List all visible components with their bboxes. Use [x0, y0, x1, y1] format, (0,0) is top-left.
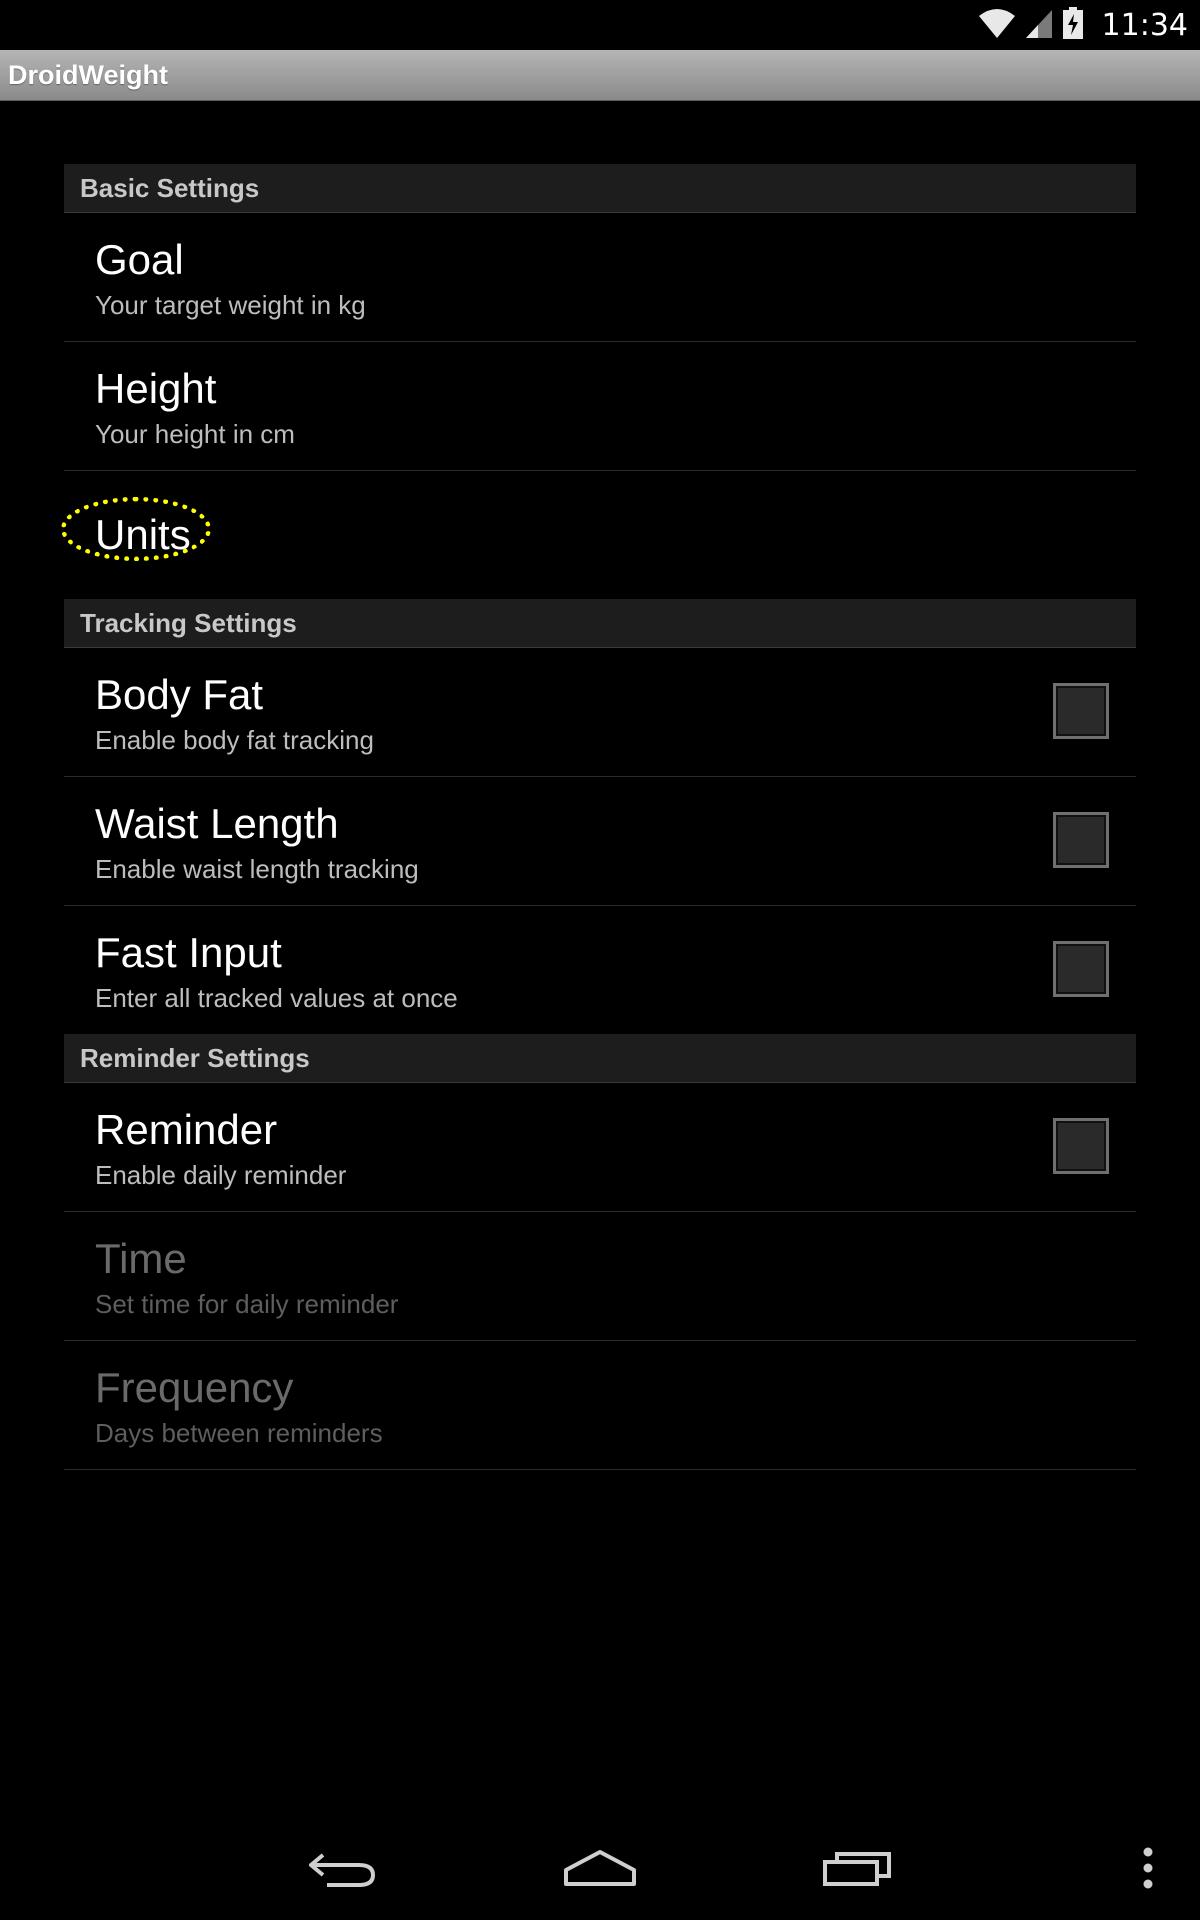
pref-title: Body Fat [95, 671, 264, 718]
recent-apps-icon [821, 1848, 893, 1893]
recent-apps-button[interactable] [797, 1840, 917, 1900]
fast-input-checkbox[interactable] [1053, 941, 1109, 997]
pref-reminder[interactable]: Reminder Enable daily reminder [64, 1083, 1136, 1212]
battery-charging-icon [1062, 6, 1084, 45]
pref-summary: Days between reminders [95, 1418, 383, 1448]
home-icon [562, 1848, 638, 1893]
pref-title: Height [95, 365, 217, 412]
pref-time: Time Set time for daily reminder [64, 1212, 1136, 1341]
pref-units[interactable]: Units [61, 471, 1136, 599]
pref-summary: Your target weight in kg [95, 290, 366, 320]
action-bar: DroidWeight [0, 50, 1200, 101]
back-button[interactable] [283, 1840, 403, 1900]
pref-title: Units [95, 511, 191, 558]
pref-summary: Enable waist length tracking [95, 854, 419, 884]
pref-waist-length[interactable]: Waist Length Enable waist length trackin… [64, 777, 1136, 906]
category-label: Tracking Settings [80, 608, 297, 638]
cell-signal-icon [1024, 6, 1054, 45]
pref-title: Frequency [95, 1364, 294, 1411]
waist-length-checkbox[interactable] [1053, 812, 1109, 868]
status-icons: 11:34 [978, 0, 1188, 50]
category-reminder-settings: Reminder Settings [64, 1034, 1136, 1083]
status-time: 11:34 [1101, 7, 1188, 43]
pref-frequency: Frequency Days between reminders [64, 1341, 1136, 1470]
pref-title: Goal [95, 236, 184, 283]
navigation-bar [0, 1820, 1200, 1920]
pref-title: Time [95, 1235, 187, 1282]
pref-title: Reminder [95, 1106, 278, 1153]
wifi-icon [978, 6, 1016, 45]
home-button[interactable] [540, 1840, 660, 1900]
category-label: Reminder Settings [80, 1043, 310, 1073]
pref-summary: Enter all tracked values at once [95, 983, 458, 1013]
body-fat-checkbox[interactable] [1053, 683, 1109, 739]
pref-goal[interactable]: Goal Your target weight in kg [64, 213, 1136, 342]
category-tracking-settings: Tracking Settings [64, 599, 1136, 648]
pref-height[interactable]: Height Your height in cm [64, 342, 1136, 471]
reminder-checkbox[interactable] [1053, 1118, 1109, 1174]
overflow-menu-icon [1142, 1846, 1154, 1895]
pref-title: Fast Input [95, 929, 282, 976]
app-title: DroidWeight [8, 60, 168, 90]
overflow-menu-button[interactable] [1088, 1840, 1200, 1900]
pref-summary: Set time for daily reminder [95, 1289, 399, 1319]
settings-list: Basic Settings Goal Your target weight i… [61, 164, 1136, 1470]
back-icon [307, 1847, 379, 1894]
pref-summary: Your height in cm [95, 419, 295, 449]
category-basic-settings: Basic Settings [64, 164, 1136, 213]
pref-title: Waist Length [95, 800, 339, 847]
pref-summary: Enable body fat tracking [95, 725, 374, 755]
category-label: Basic Settings [80, 173, 260, 203]
pref-body-fat[interactable]: Body Fat Enable body fat tracking [64, 648, 1136, 777]
pref-fast-input[interactable]: Fast Input Enter all tracked values at o… [64, 906, 1136, 1034]
status-bar: 11:34 [0, 0, 1200, 50]
pref-summary: Enable daily reminder [95, 1160, 347, 1190]
